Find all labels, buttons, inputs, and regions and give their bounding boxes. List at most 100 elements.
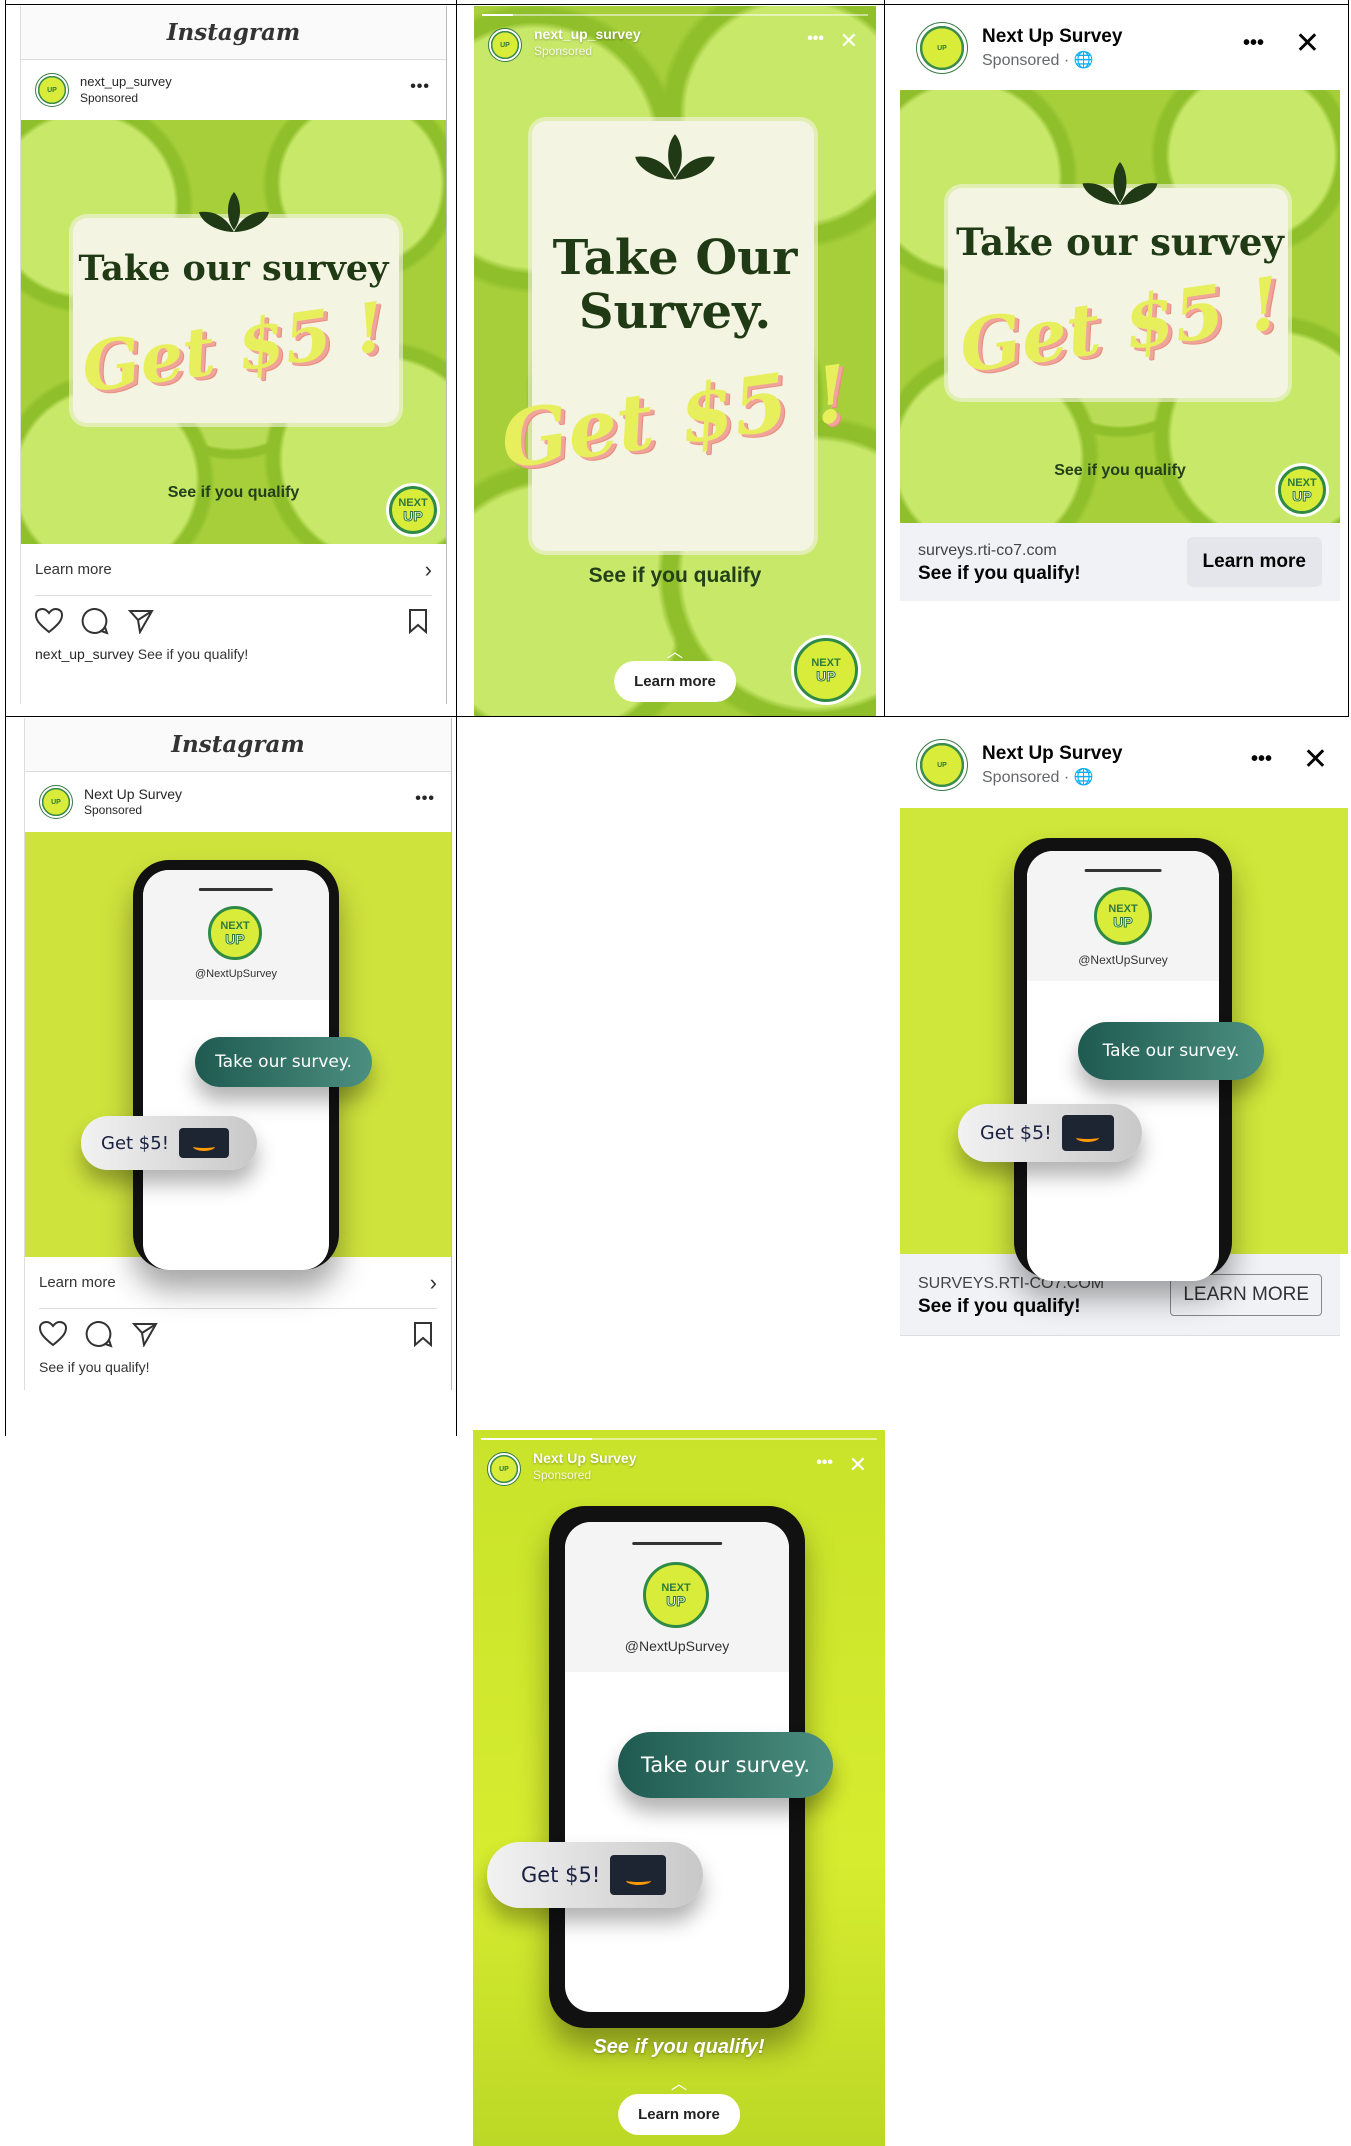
instagram-header: Instagram <box>25 718 451 772</box>
avatar[interactable]: UP <box>916 22 968 74</box>
post-header: UP Next Up Survey Sponsored · 🌐 ••• ✕ <box>900 722 1348 808</box>
avatar[interactable]: UP <box>487 1452 521 1486</box>
take-survey-bubble: Take our survey. <box>618 1732 833 1798</box>
badge-top-text: NEXT <box>1108 902 1138 915</box>
get-five-bubble: Get $5! <box>958 1104 1142 1162</box>
qualify-text: See if you qualify! <box>593 2036 765 2058</box>
close-icon[interactable]: ✕ <box>1295 26 1320 61</box>
panel-instagram-story-phone[interactable]: UP Next Up Survey Sponsored ••• ✕ NEXT UP… <box>473 1430 885 2146</box>
account-name[interactable]: Next Up Survey <box>533 1450 636 1468</box>
amazon-gift-card-icon <box>178 1128 229 1158</box>
chevron-up-icon: ︿ <box>666 644 684 661</box>
handle-text: @NextUpSurvey <box>1078 953 1168 967</box>
get-five-bubble: Get $5! <box>81 1116 257 1170</box>
badge-mid-text: UP <box>225 930 245 947</box>
story-progress-bar <box>482 14 868 16</box>
more-options-icon[interactable]: ••• <box>410 78 430 96</box>
sponsored-label: Sponsored <box>80 90 139 105</box>
panel-instagram-feed-phone: Instagram UP Next Up Survey Sponsored ••… <box>24 718 452 1390</box>
cta-footer[interactable]: surveys.rti-co7.com See if you qualify! … <box>900 523 1340 601</box>
more-options-icon[interactable]: ••• <box>807 30 824 48</box>
grid-border-mid1 <box>456 0 457 1436</box>
next-up-survey-logo: NEXT UP <box>208 906 262 960</box>
learn-more-button[interactable]: Learn more <box>618 2094 740 2135</box>
badge-mid-text: UP <box>666 1592 686 1609</box>
learn-more-button[interactable]: Learn more <box>1186 537 1322 587</box>
phone-profile-area: NEXT UP @NextUpSurvey <box>565 1522 789 1672</box>
cta-headline: See if you qualify! <box>918 1295 1081 1317</box>
bookmark-icon[interactable] <box>404 607 432 635</box>
avatar[interactable]: UP <box>488 28 522 62</box>
cta-headline: See if you qualify! <box>918 563 1081 584</box>
leaf-logo-icon <box>635 134 715 180</box>
get-five-text: Get $5! <box>980 1122 1052 1144</box>
ad-image[interactable]: NEXT UP @NextUpSurvey Take our survey. Ge… <box>900 808 1348 1281</box>
panel-instagram-feed-lime: Instagram UP next_up_survey Sponsored ••… <box>20 6 447 704</box>
more-options-icon[interactable]: ••• <box>816 1454 833 1472</box>
take-survey-bubble: Take our survey. <box>195 1037 372 1087</box>
globe-icon: 🌐 <box>1073 52 1094 70</box>
take-survey-bubble: Take our survey. <box>1078 1022 1264 1080</box>
badge-top-text: NEXT <box>661 1581 691 1594</box>
avatar-text: UP <box>47 86 57 94</box>
avatar-text: UP <box>937 44 947 52</box>
comment-icon[interactable] <box>85 1320 113 1348</box>
learn-more-row[interactable]: Learn more › <box>35 544 432 596</box>
account-name[interactable]: next_up_survey <box>534 26 641 44</box>
post-caption: next_up_survey See if you qualify! <box>21 646 446 662</box>
badge-mid-text: UP <box>403 507 423 524</box>
comment-icon[interactable] <box>81 607 109 635</box>
grid-border-left <box>5 0 6 1436</box>
bookmark-icon[interactable] <box>409 1320 437 1348</box>
avatar[interactable]: UP <box>39 785 73 819</box>
account-name[interactable]: Next Up Survey <box>982 741 1122 767</box>
story-header: UP Next Up Survey Sponsored ••• ✕ <box>473 1430 885 1490</box>
share-icon[interactable] <box>127 607 155 635</box>
heart-icon[interactable] <box>35 607 63 635</box>
qualify-text: See if you qualify <box>588 564 762 587</box>
learn-more-label: Learn more <box>35 561 112 578</box>
badge-top-text: NEXT <box>220 919 250 932</box>
close-icon[interactable]: ✕ <box>1303 742 1328 777</box>
ad-image[interactable]: NEXT UP @NextUpSurvey Take our survey. Ge… <box>25 832 451 1270</box>
account-name[interactable]: Next Up Survey <box>982 24 1122 50</box>
instagram-logo: Instagram <box>171 731 305 758</box>
chevron-right-icon: › <box>429 1269 437 1295</box>
badge-mid-text: UP <box>1292 487 1312 504</box>
close-icon[interactable]: ✕ <box>849 1452 867 1478</box>
post-header: UP next_up_survey Sponsored ••• <box>21 60 446 120</box>
avatar-text: UP <box>51 798 61 806</box>
leaf-logo-icon <box>198 192 269 232</box>
share-icon[interactable] <box>131 1320 159 1348</box>
get-five-text: Get $5! <box>521 1863 601 1887</box>
grid-border-row <box>5 716 1349 717</box>
panel-instagram-story-lime[interactable]: UP next_up_survey Sponsored ••• ✕ Take O… <box>474 6 876 716</box>
ad-image[interactable]: Take our survey Get $5 ! See if you qual… <box>21 120 446 544</box>
avatar-text: UP <box>500 41 510 49</box>
more-options-icon[interactable]: ••• <box>415 790 435 808</box>
get-five-text: Get $5! <box>101 1132 169 1154</box>
learn-more-button[interactable]: Learn more <box>614 661 736 702</box>
qualify-text: See if you qualify <box>167 484 300 501</box>
account-name[interactable]: next_up_survey <box>80 74 172 91</box>
avatar[interactable]: UP <box>916 739 968 791</box>
caption-user[interactable]: next_up_survey <box>35 646 134 662</box>
account-name[interactable]: Next Up Survey <box>84 785 182 803</box>
badge-mid-text: UP <box>1113 913 1133 930</box>
more-options-icon[interactable]: ••• <box>1243 32 1264 55</box>
avatar[interactable]: UP <box>35 73 69 107</box>
panel-facebook-feed-phone: UP Next Up Survey Sponsored · 🌐 ••• ✕ NE… <box>900 722 1348 1337</box>
close-icon[interactable]: ✕ <box>840 28 858 54</box>
next-up-survey-logo: NEXT UP <box>643 1562 709 1628</box>
next-up-survey-logo: NEXT UP <box>1094 887 1152 945</box>
more-options-icon[interactable]: ••• <box>1251 748 1272 771</box>
sponsored-label: Sponsored · <box>982 52 1074 70</box>
ad-image[interactable]: Take our survey Get $5 ! See if you qual… <box>900 90 1340 523</box>
avatar-text: UP <box>937 761 947 769</box>
sponsored-label: Sponsored <box>84 803 143 818</box>
heart-icon[interactable] <box>39 1320 67 1348</box>
sponsored-label: Sponsored <box>534 43 593 58</box>
phone-profile-area: NEXT UP @NextUpSurvey <box>1027 851 1219 981</box>
badge-top-text: NEXT <box>1287 476 1317 489</box>
amazon-gift-card-icon <box>610 1855 667 1895</box>
